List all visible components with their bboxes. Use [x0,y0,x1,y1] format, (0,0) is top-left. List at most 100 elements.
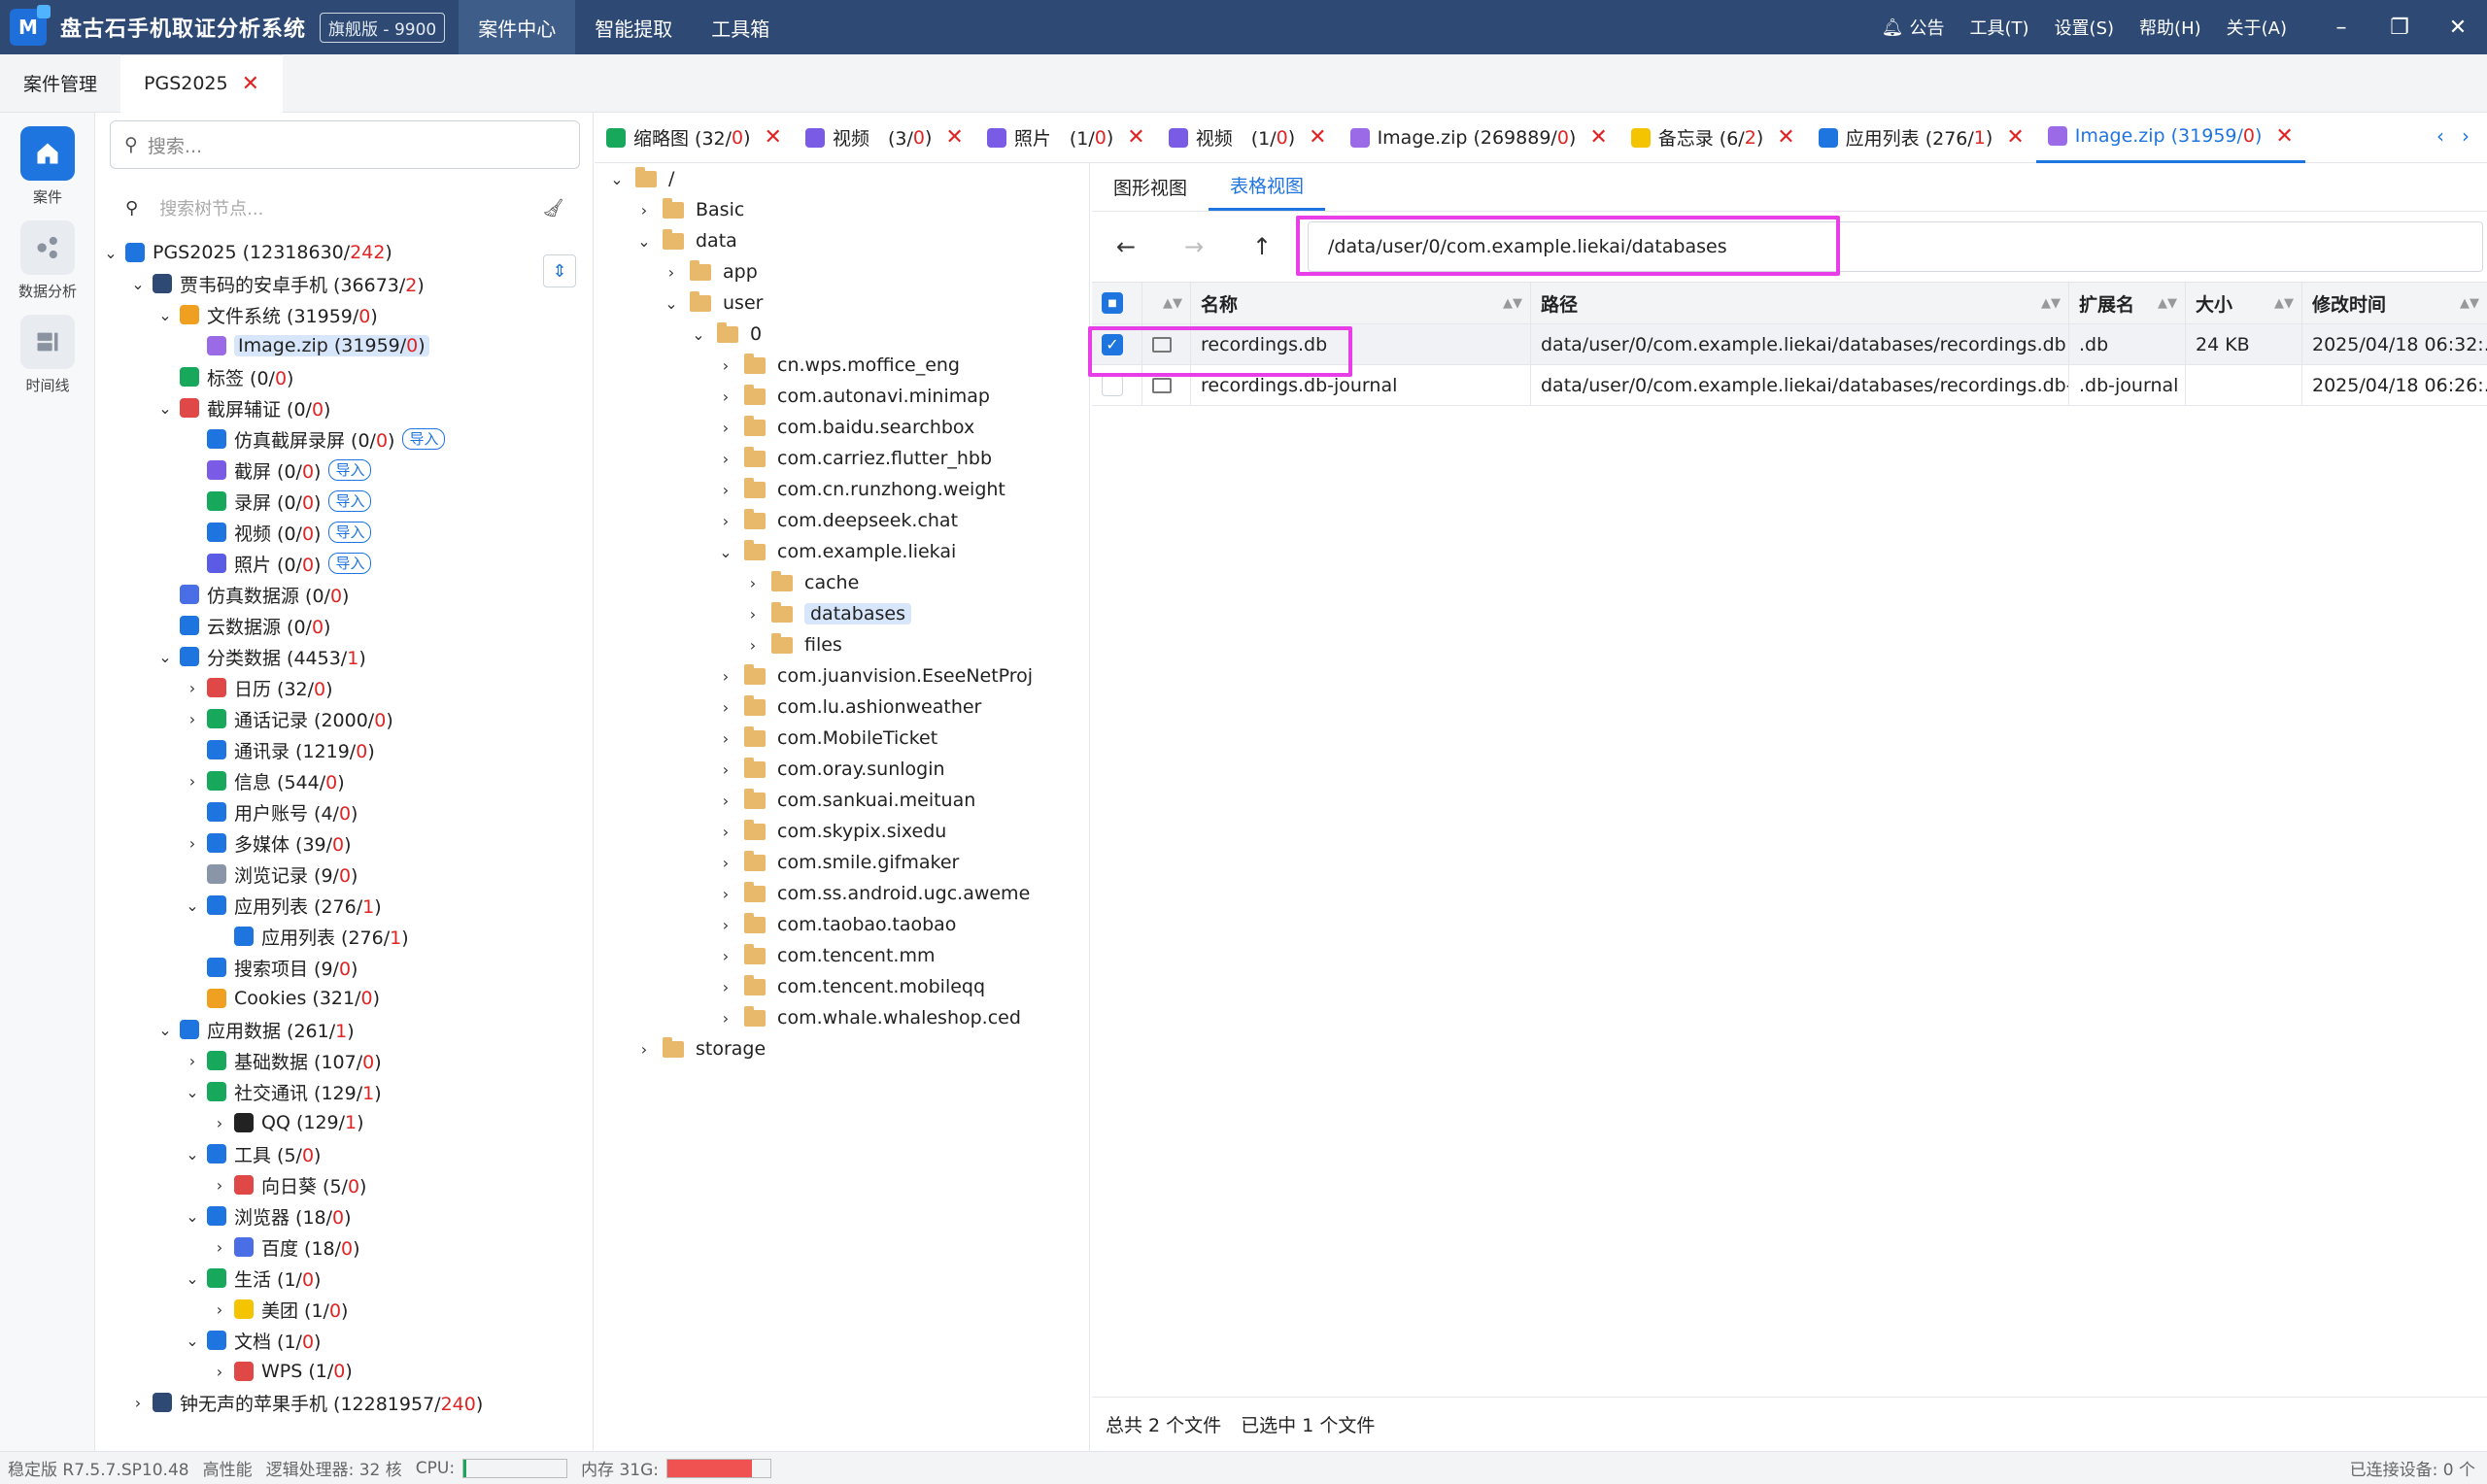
chevron-right-icon[interactable]: › [717,978,734,996]
folder-node[interactable]: › com.lu.ashionweather [595,691,1089,723]
folder-node[interactable]: › com.sankuai.meituan [595,785,1089,816]
menu-case-center[interactable]: 案件中心 [459,0,576,54]
tree-node[interactable]: › 通话记录 (2000/0) [96,703,594,734]
row-checkbox[interactable] [1102,374,1123,396]
help-menu[interactable]: 帮助(H) [2139,15,2201,40]
chevron-down-icon[interactable]: ⌄ [690,325,707,344]
folder-node[interactable]: › com.baidu.searchbox [595,412,1089,443]
chevron-right-icon[interactable]: › [184,679,201,697]
folder-node[interactable]: › cn.wps.moffice_eng [595,350,1089,381]
doc-tab[interactable]: 视频 (3/0) ✕ [794,113,975,163]
tree-node[interactable]: › 美团 (1/0) [96,1294,594,1325]
chevron-down-icon[interactable]: ⌄ [184,1332,201,1350]
chevron-down-icon[interactable]: ⌄ [184,1083,201,1101]
chevron-right-icon[interactable]: › [129,1394,147,1412]
chevron-right-icon[interactable]: › [663,263,680,282]
chevron-right-icon[interactable]: › [717,792,734,810]
menu-smart-extract[interactable]: 智能提取 [575,0,692,54]
folder-node[interactable]: › com.oray.sunlogin [595,754,1089,785]
tree-node[interactable]: ⌄ 社交通讯 (129/1) [96,1076,594,1107]
close-icon[interactable]: ✕ [1777,125,1794,150]
folder-node[interactable]: › com.smile.gifmaker [595,847,1089,878]
folder-node[interactable]: › com.autonavi.minimap [595,381,1089,412]
folder-node[interactable]: › app [595,256,1089,287]
chevron-down-icon[interactable]: ⌄ [663,294,680,313]
restore-button[interactable]: ❐ [2370,16,2429,40]
tree-node[interactable]: ⌄ 生活 (1/0) [96,1263,594,1294]
tree-node[interactable]: 搜索项目 (9/0) [96,952,594,983]
tree-node[interactable]: › 向日葵 (5/0) [96,1169,594,1200]
tree-node[interactable]: ⌄ 文档 (1/0) [96,1325,594,1356]
chevron-down-icon[interactable]: ⌄ [102,244,119,262]
tree-node[interactable]: › 信息 (544/0) [96,765,594,796]
tree-node[interactable]: ⌄ 截屏辅证 (0/0) [96,392,594,423]
close-icon[interactable]: ✕ [2006,125,2024,150]
chevron-down-icon[interactable]: ⌄ [156,1021,174,1039]
chevron-right-icon[interactable]: › [184,710,201,728]
folder-node[interactable]: › com.cn.runzhong.weight [595,474,1089,505]
close-icon[interactable]: ✕ [2275,124,2293,149]
chevron-right-icon[interactable]: › [717,450,734,468]
tree-node[interactable]: › WPS (1/0) [96,1356,594,1387]
tab-table-view[interactable]: 表格视图 [1209,162,1326,211]
tree-node[interactable]: ⌄ 分类数据 (4453/1) [96,641,594,672]
search-input[interactable]: ⚲ 搜索... [110,120,580,169]
folder-node[interactable]: ⌄ user [595,287,1089,319]
chevron-right-icon[interactable]: › [717,512,734,530]
tree-node[interactable]: 截屏 (0/0) 导入 [96,455,594,486]
chevron-right-icon[interactable]: › [211,1238,228,1257]
tree-node[interactable]: › 日历 (32/0) [96,672,594,703]
tree-node[interactable]: ⌄ 贾韦码的安卓手机 (36673/2) [96,268,594,299]
chevron-right-icon[interactable]: › [211,1363,228,1381]
tab-graphic-view[interactable]: 图形视图 [1092,162,1209,211]
tab-scroll-right-icon[interactable]: › [2462,124,2470,148]
doc-tab[interactable]: Image.zip (31959/0) ✕ [2035,113,2305,163]
col-path[interactable]: 路径 ▲▼ [1531,283,2069,323]
folder-node[interactable]: › com.juanvision.EseeNetProj [595,660,1089,691]
tree-node[interactable]: › QQ (129/1) [96,1107,594,1138]
doc-tab[interactable]: 应用列表 (276/1) ✕ [1807,113,2036,163]
chevron-right-icon[interactable]: › [717,698,734,717]
nav-data-analysis[interactable]: 数据分析 [0,220,95,301]
doc-tab[interactable]: 视频 (1/0) ✕ [1157,113,1339,163]
tree-node[interactable]: 照片 (0/0) 导入 [96,548,594,579]
folder-node[interactable]: › storage [595,1033,1089,1064]
doc-tab[interactable]: 缩略图 (32/0) ✕ [595,113,794,163]
tree-node[interactable]: 视频 (0/0) 导入 [96,517,594,548]
nav-case[interactable]: 案件 [0,126,95,207]
chevron-right-icon[interactable]: › [717,419,734,437]
tree-node[interactable]: 录屏 (0/0) 导入 [96,486,594,517]
import-button[interactable]: 导入 [328,553,372,574]
chevron-down-icon[interactable]: ⌄ [184,1269,201,1288]
chevron-down-icon[interactable]: ⌄ [184,1207,201,1226]
tree-node[interactable]: 云数据源 (0/0) [96,610,594,641]
chevron-right-icon[interactable]: › [717,823,734,841]
tree-node[interactable]: 仿真数据源 (0/0) [96,579,594,610]
close-window-button[interactable]: ✕ [2429,16,2487,40]
tree-node[interactable]: ⌄ 文件系统 (31959/0) [96,299,594,330]
tree-node[interactable]: › 基础数据 (107/0) [96,1045,594,1076]
folder-node[interactable]: › com.tencent.mobileqq [595,971,1089,1002]
import-button[interactable]: 导入 [328,522,372,543]
close-icon[interactable]: ✕ [945,125,963,150]
chevron-right-icon[interactable]: › [717,729,734,748]
chevron-right-icon[interactable]: › [184,834,201,853]
menu-toolbox[interactable]: 工具箱 [692,0,789,54]
tree-node[interactable]: ⌄ PGS2025 (12318630/242) [96,237,594,268]
select-all-checkbox[interactable]: ■ [1102,292,1123,314]
folder-node[interactable]: › com.tencent.mm [595,940,1089,971]
chevron-down-icon[interactable]: ⌄ [184,896,201,915]
chevron-down-icon[interactable]: ⌄ [156,306,174,324]
tree-search-input[interactable]: ⚲ 搜索树节点... 🧹︎ [110,188,580,227]
chevron-down-icon[interactable]: ⌄ [156,648,174,666]
close-icon[interactable]: ✕ [1589,125,1607,150]
chevron-right-icon[interactable]: › [717,885,734,903]
doc-tab[interactable]: 备忘录 (6/2) ✕ [1619,113,1807,163]
chevron-down-icon[interactable]: ⌄ [717,543,734,561]
folder-node[interactable]: › com.skypix.sixedu [595,816,1089,847]
folder-node[interactable]: ⌄ 0 [595,319,1089,350]
import-button[interactable]: 导入 [328,490,372,512]
chevron-right-icon[interactable]: › [184,772,201,791]
tree-node[interactable]: › 钟无声的苹果手机 (12281957/240) [96,1387,594,1418]
forward-arrow-icon[interactable]: → [1160,233,1228,260]
